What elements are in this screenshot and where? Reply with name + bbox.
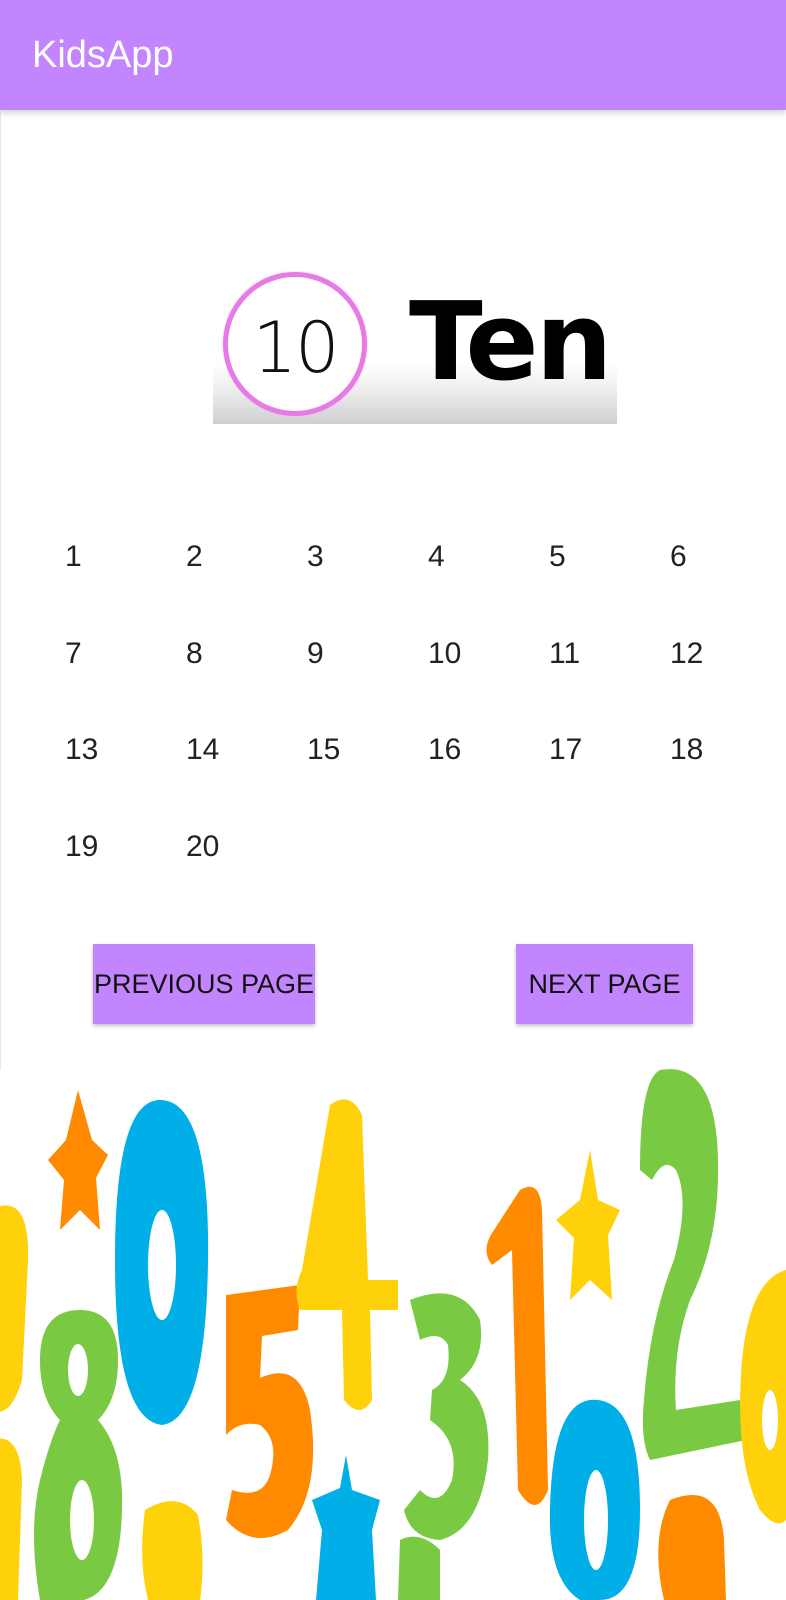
decorative-numbers-illustration bbox=[0, 1069, 786, 1600]
yellow-number-shape bbox=[0, 1438, 22, 1600]
number-cell[interactable]: 4 bbox=[422, 536, 451, 578]
number-cell[interactable]: 13 bbox=[59, 729, 104, 771]
number-cell[interactable]: 10 bbox=[422, 633, 467, 675]
green-number-shape bbox=[398, 1536, 440, 1600]
next-page-button[interactable]: NEXT PAGE bbox=[516, 944, 693, 1024]
number-cell[interactable]: 14 bbox=[180, 729, 225, 771]
number-cell[interactable]: 1 bbox=[59, 536, 88, 578]
number-cell[interactable]: 3 bbox=[301, 536, 330, 578]
number-cell[interactable]: 12 bbox=[664, 633, 709, 675]
orange-number-shape bbox=[658, 1495, 726, 1600]
orange-five-shape bbox=[226, 1285, 314, 1538]
yellow-four-shape bbox=[296, 1099, 398, 1410]
green-two-shape bbox=[640, 1069, 746, 1460]
number-cell[interactable]: 5 bbox=[543, 536, 572, 578]
colorful-numbers-image bbox=[0, 1060, 786, 1600]
number-cell[interactable]: 16 bbox=[422, 729, 467, 771]
yellow-six-shape bbox=[740, 1270, 786, 1524]
yellow-number-shape bbox=[0, 1205, 29, 1412]
number-cell[interactable]: 6 bbox=[664, 536, 693, 578]
orange-one-shape bbox=[486, 1186, 548, 1505]
number-digit: 10 bbox=[252, 307, 339, 389]
number-cell[interactable]: 15 bbox=[301, 729, 346, 771]
number-cell[interactable]: 18 bbox=[664, 729, 709, 771]
green-three-shape bbox=[404, 1293, 489, 1540]
number-cell[interactable]: 8 bbox=[180, 633, 209, 675]
blue-star-shape bbox=[312, 1455, 380, 1600]
number-cell[interactable]: 19 bbox=[59, 826, 104, 868]
number-image: 10 Ten bbox=[213, 266, 617, 424]
number-cell[interactable]: 17 bbox=[543, 729, 588, 771]
app-screen: KidsApp 10 Ten 1 2 3 4 5 6 7 8 9 10 11 1… bbox=[0, 0, 786, 1600]
previous-page-button[interactable]: PREVIOUS PAGE bbox=[93, 944, 315, 1024]
number-circle: 10 bbox=[223, 272, 367, 416]
orange-star-shape bbox=[48, 1090, 108, 1230]
app-bar: KidsApp bbox=[0, 0, 786, 110]
number-cell[interactable]: 11 bbox=[543, 633, 586, 675]
number-cell[interactable]: 7 bbox=[59, 633, 88, 675]
number-word: Ten bbox=[409, 280, 612, 405]
yellow-number-shape bbox=[142, 1501, 203, 1600]
number-cell[interactable]: 2 bbox=[180, 536, 209, 578]
number-cell[interactable]: 9 bbox=[301, 633, 330, 675]
number-cell[interactable]: 20 bbox=[180, 826, 225, 868]
yellow-star-shape bbox=[556, 1150, 620, 1300]
screen-edge-divider bbox=[0, 110, 1, 1070]
app-title: KidsApp bbox=[32, 34, 174, 76]
